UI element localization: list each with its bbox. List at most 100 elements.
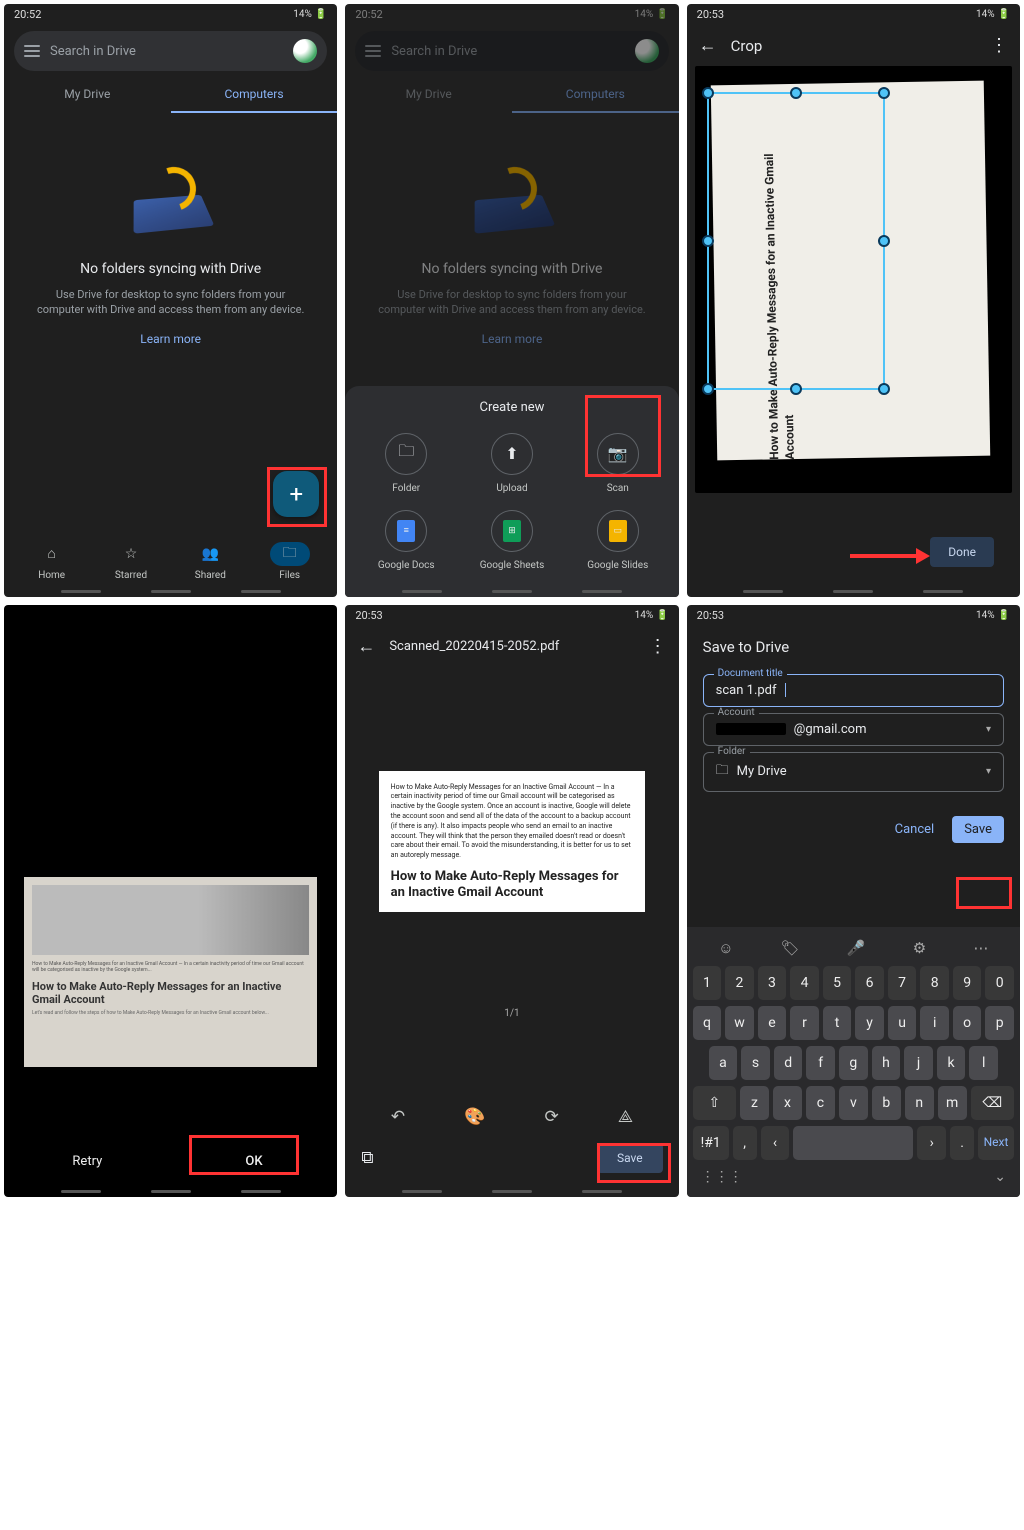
- done-button[interactable]: Done: [930, 537, 994, 567]
- key-r[interactable]: r: [790, 1006, 819, 1040]
- hamburger-icon[interactable]: [24, 45, 40, 57]
- key-y[interactable]: y: [855, 1006, 884, 1040]
- status-bar: 20:52 14%🔋: [345, 4, 678, 25]
- key-i[interactable]: i: [920, 1006, 949, 1040]
- backspace-key[interactable]: ⌫: [971, 1086, 1014, 1120]
- add-page-icon[interactable]: ⧉: [361, 1148, 373, 1168]
- scanned-filename: Scanned_20220415-2052.pdf: [389, 639, 634, 654]
- key-8[interactable]: 8: [920, 966, 949, 1000]
- key-2[interactable]: 2: [725, 966, 754, 1000]
- page-indicator: 1/1: [345, 1008, 678, 1019]
- key-9[interactable]: 9: [953, 966, 982, 1000]
- key-e[interactable]: e: [758, 1006, 787, 1040]
- tab-mydrive[interactable]: My Drive: [4, 77, 171, 113]
- key-1[interactable]: 1: [693, 966, 722, 1000]
- avatar[interactable]: [293, 39, 317, 63]
- shift-key[interactable]: ⇧: [693, 1086, 736, 1120]
- arrow-key[interactable]: ›: [917, 1126, 946, 1160]
- highlight-ok: [189, 1135, 299, 1175]
- comma-key[interactable]: ,: [733, 1126, 757, 1160]
- key-7[interactable]: 7: [888, 966, 917, 1000]
- emoji-icon[interactable]: ☺: [718, 939, 733, 957]
- key-l[interactable]: l: [969, 1046, 998, 1080]
- key-s[interactable]: s: [741, 1046, 770, 1080]
- key-q[interactable]: q: [693, 1006, 722, 1040]
- account-field[interactable]: Account @gmail.com▾: [703, 713, 1004, 746]
- create-sheets[interactable]: ⊞Google Sheets: [459, 504, 565, 577]
- create-slides[interactable]: ▭Google Slides: [565, 504, 671, 577]
- sticker-icon[interactable]: 🏷: [781, 939, 800, 957]
- create-upload[interactable]: ⬆Upload: [459, 427, 565, 500]
- gear-icon[interactable]: ⚙: [913, 939, 926, 957]
- back-icon[interactable]: ←: [357, 636, 375, 657]
- empty-title: No folders syncing with Drive: [80, 261, 261, 277]
- key-0[interactable]: 0: [985, 966, 1014, 1000]
- key-a[interactable]: a: [709, 1046, 738, 1080]
- nav-starred[interactable]: ☆Starred: [91, 542, 170, 581]
- crop-canvas[interactable]: How to Make Auto-Reply Messages for an I…: [695, 66, 1012, 493]
- highlight-save: [597, 1143, 671, 1183]
- next-key[interactable]: Next: [978, 1126, 1014, 1160]
- save-button[interactable]: Save: [952, 816, 1004, 843]
- empty-illustration: [116, 153, 226, 243]
- key-z[interactable]: z: [740, 1086, 769, 1120]
- key-d[interactable]: d: [774, 1046, 803, 1080]
- key-o[interactable]: o: [953, 1006, 982, 1040]
- nav-files[interactable]: 🗀Files: [250, 542, 329, 581]
- symbols-key[interactable]: !#1: [693, 1126, 729, 1160]
- create-folder[interactable]: 🗀Folder: [353, 427, 459, 500]
- period-key[interactable]: .: [950, 1126, 974, 1160]
- rotate-icon[interactable]: ⟳: [545, 1107, 559, 1127]
- undo-icon[interactable]: ↶: [391, 1107, 405, 1127]
- back-icon[interactable]: ←: [699, 35, 717, 56]
- highlight-fab: [267, 467, 327, 527]
- keyboard: ☺ 🏷 🎤 ⚙ ⋯ 1234567890 qwertyuiop asdfghjk…: [687, 927, 1020, 1197]
- key-g[interactable]: g: [839, 1046, 868, 1080]
- folder-field[interactable]: Folder 🗀My Drive▾: [703, 752, 1004, 792]
- key-t[interactable]: t: [823, 1006, 852, 1040]
- key-f[interactable]: f: [806, 1046, 835, 1080]
- palette-icon[interactable]: 🎨: [464, 1107, 485, 1127]
- key-w[interactable]: w: [725, 1006, 754, 1040]
- key-5[interactable]: 5: [823, 966, 852, 1000]
- nav-shared[interactable]: 👥Shared: [171, 542, 250, 581]
- key-h[interactable]: h: [872, 1046, 901, 1080]
- key-3[interactable]: 3: [758, 966, 787, 1000]
- collapse-icon[interactable]: ⌄: [994, 1169, 1006, 1185]
- document-title-field[interactable]: Document title scan 1.pdf: [703, 674, 1004, 707]
- lang-key[interactable]: ‹: [761, 1126, 790, 1160]
- nav-home[interactable]: ⌂Home: [12, 542, 91, 581]
- grid-icon[interactable]: ⋮⋮⋮: [701, 1169, 743, 1185]
- key-n[interactable]: n: [905, 1086, 934, 1120]
- captured-photo: How to Make Auto-Reply Messages for an I…: [24, 877, 317, 1067]
- space-key[interactable]: [793, 1126, 913, 1160]
- cancel-button[interactable]: Cancel: [883, 816, 947, 843]
- more-icon[interactable]: ⋮: [990, 35, 1008, 56]
- create-docs[interactable]: ≡Google Docs: [353, 504, 459, 577]
- key-6[interactable]: 6: [855, 966, 884, 1000]
- key-4[interactable]: 4: [790, 966, 819, 1000]
- crop-topbar: ← Crop ⋮: [687, 25, 1020, 66]
- retry-button[interactable]: Retry: [4, 1154, 171, 1169]
- key-c[interactable]: c: [806, 1086, 835, 1120]
- learn-more-link[interactable]: Learn more: [140, 332, 201, 346]
- key-k[interactable]: k: [937, 1046, 966, 1080]
- crop-frame[interactable]: [707, 92, 885, 391]
- key-p[interactable]: p: [985, 1006, 1014, 1040]
- empty-state: No folders syncing with Drive Use Drive …: [4, 113, 337, 366]
- mic-icon[interactable]: 🎤: [847, 939, 866, 957]
- screen-save-to-drive: 20:53 14%🔋 Save to Drive Document title …: [687, 605, 1020, 1198]
- search-bar[interactable]: Search in Drive: [14, 31, 327, 71]
- tab-computers[interactable]: Computers: [171, 77, 338, 113]
- key-j[interactable]: j: [904, 1046, 933, 1080]
- key-v[interactable]: v: [839, 1086, 868, 1120]
- key-m[interactable]: m: [938, 1086, 967, 1120]
- key-b[interactable]: b: [872, 1086, 901, 1120]
- more-icon[interactable]: ⋮: [649, 636, 667, 657]
- highlight-save: [956, 877, 1012, 909]
- key-x[interactable]: x: [773, 1086, 802, 1120]
- drive-tabs: My Drive Computers: [4, 77, 337, 113]
- crop-icon[interactable]: ⟁: [618, 1107, 633, 1127]
- key-u[interactable]: u: [888, 1006, 917, 1040]
- more-keyboard-icon[interactable]: ⋯: [973, 939, 988, 957]
